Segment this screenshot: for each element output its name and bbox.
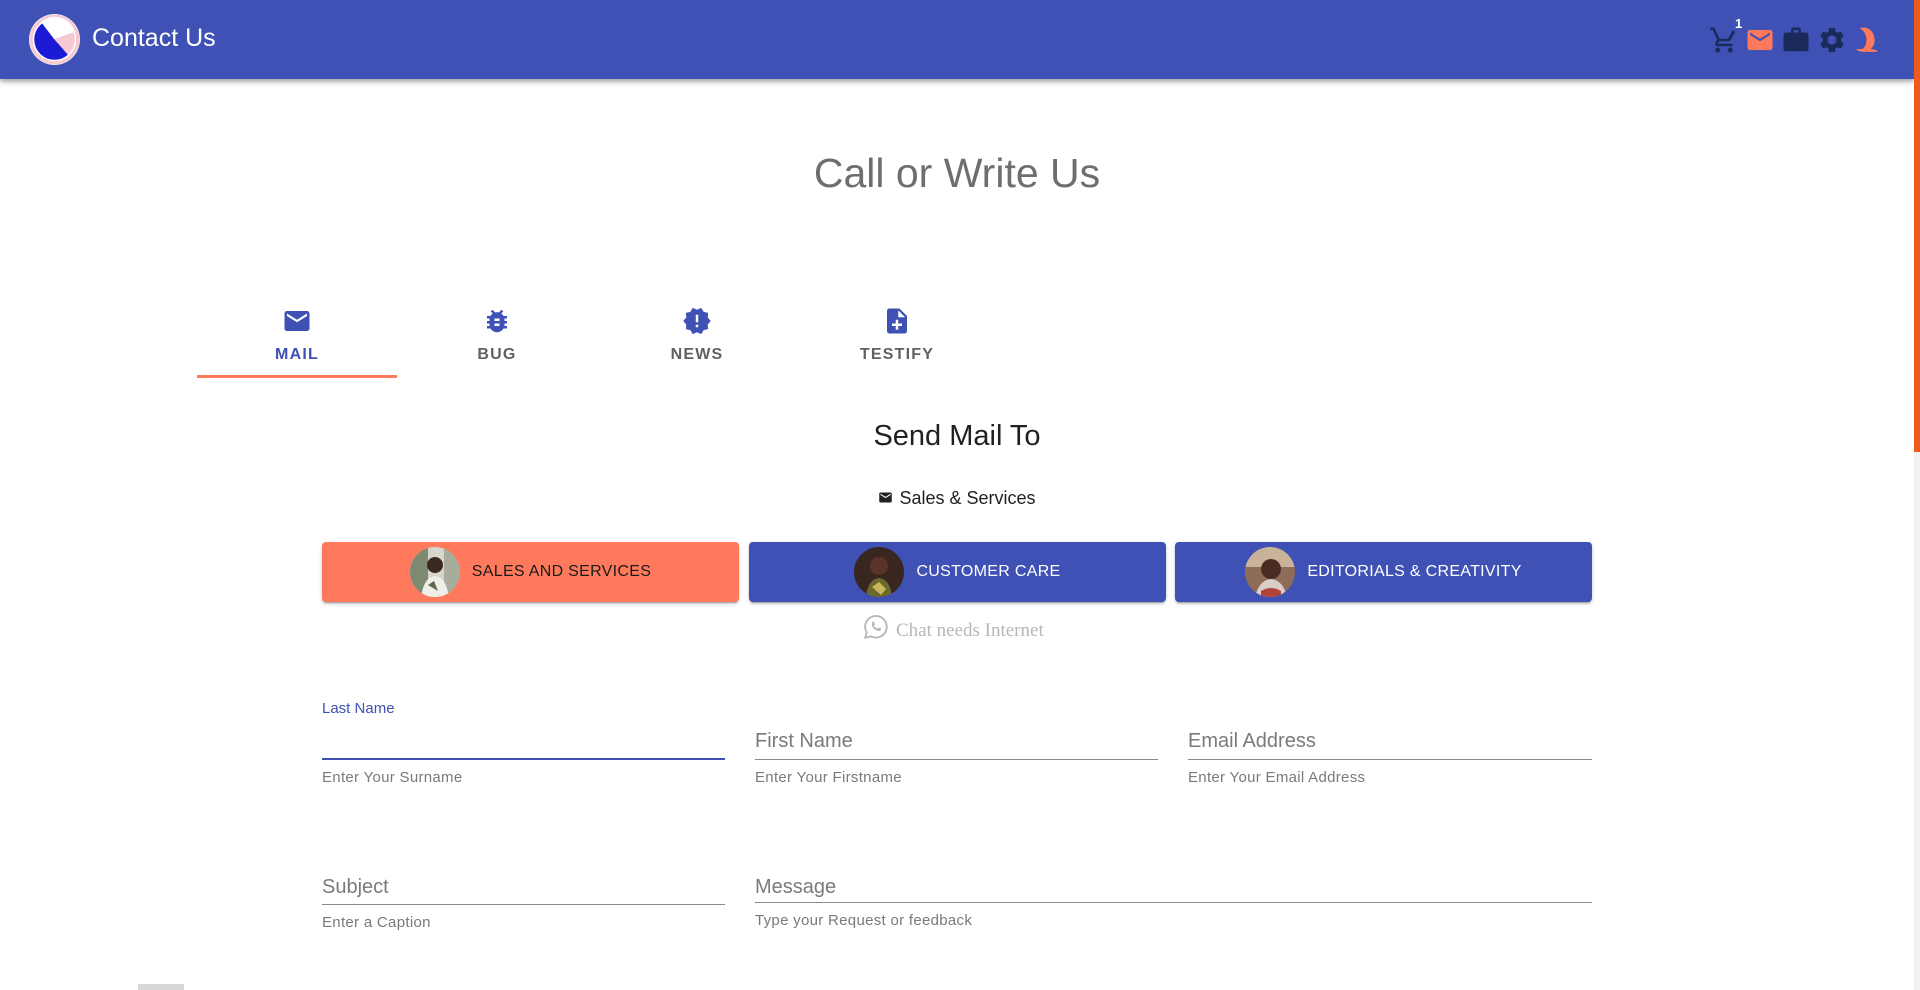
- email-field[interactable]: Enter Your Email Address: [1188, 700, 1592, 790]
- subject-input[interactable]: [322, 873, 725, 901]
- message-underline: [755, 902, 1592, 903]
- first-name-underline: [755, 759, 1158, 760]
- tab-label: TESTIFY: [859, 346, 935, 363]
- bug-icon: [487, 309, 507, 333]
- customer-care-button[interactable]: CUSTOMER CARE: [749, 542, 1166, 602]
- last-name-label: Last Name: [322, 700, 395, 717]
- tab-label: MAIL: [275, 346, 319, 363]
- editorials-and-creativity-button[interactable]: EDITORIALS & CREATIVITY: [1175, 542, 1592, 602]
- cart-count-badge: 1: [1735, 16, 1743, 31]
- tab-testify[interactable]: TESTIFY: [797, 300, 997, 378]
- avatar: [854, 547, 905, 597]
- contact-page: Contact Us 1 Call or Write Us MAIL BUG N…: [0, 0, 1920, 990]
- tab-mail[interactable]: MAIL: [197, 300, 397, 378]
- page-heading: Call or Write Us: [813, 150, 1101, 196]
- chat-note-text: Chat needs Internet: [896, 620, 1044, 641]
- new-releases-icon: [683, 307, 711, 335]
- selected-recipient: Sales & Services: [0, 487, 1914, 509]
- note-add-icon: [887, 308, 907, 334]
- tab-bug[interactable]: BUG: [397, 300, 597, 378]
- last-name-field[interactable]: Last Name Enter Your Surname: [322, 700, 725, 790]
- app-bar: Contact Us 1: [0, 0, 1914, 79]
- last-name-helper: Enter Your Surname: [322, 769, 463, 786]
- active-tab-indicator: [197, 375, 397, 378]
- message-helper: Type your Request or feedback: [755, 912, 973, 929]
- logo-icon[interactable]: [29, 14, 80, 65]
- subject-field[interactable]: Enter a Caption: [322, 845, 725, 935]
- selected-recipient-label: Sales & Services: [899, 488, 1036, 508]
- message-field[interactable]: Type your Request or feedback: [755, 845, 1592, 935]
- department-label: SALES AND SERVICES: [471, 563, 652, 580]
- mail-icon: [284, 311, 310, 331]
- tab-label: NEWS: [670, 346, 724, 363]
- subject-helper: Enter a Caption: [322, 914, 431, 931]
- avatar: [1245, 547, 1296, 597]
- whatsapp-chat-link[interactable]: Chat needs Internet: [862, 614, 1044, 647]
- night-mode-icon[interactable]: [1852, 25, 1882, 55]
- send-mail-title: Send Mail To: [873, 420, 1041, 452]
- whatsapp-icon: [863, 614, 888, 640]
- avatar: [409, 547, 460, 597]
- first-name-input[interactable]: [755, 727, 1158, 755]
- subject-underline: [322, 904, 725, 905]
- tab-news[interactable]: NEWS: [597, 300, 797, 378]
- email-input[interactable]: [1188, 727, 1592, 755]
- department-label: CUSTOMER CARE: [916, 563, 1061, 580]
- mail-icon[interactable]: [1745, 25, 1775, 55]
- horizontal-scrollbar-thumb[interactable]: [138, 984, 184, 990]
- last-name-underline: [322, 758, 725, 760]
- first-name-helper: Enter Your Firstname: [755, 769, 902, 786]
- sales-and-services-button[interactable]: SALES AND SERVICES: [322, 542, 739, 602]
- email-underline: [1188, 759, 1592, 760]
- department-label: EDITORIALS & CREATIVITY: [1307, 563, 1522, 580]
- briefcase-icon[interactable]: [1781, 25, 1811, 55]
- tab-label: BUG: [477, 346, 517, 363]
- vertical-scrollbar-thumb[interactable]: [1914, 0, 1920, 452]
- mail-icon: [879, 492, 893, 503]
- first-name-field[interactable]: Enter Your Firstname: [755, 700, 1158, 790]
- message-input[interactable]: [755, 873, 1592, 901]
- app-title: Contact Us: [92, 24, 216, 52]
- email-helper: Enter Your Email Address: [1188, 769, 1366, 786]
- settings-icon[interactable]: [1817, 25, 1847, 55]
- last-name-input[interactable]: [322, 730, 725, 758]
